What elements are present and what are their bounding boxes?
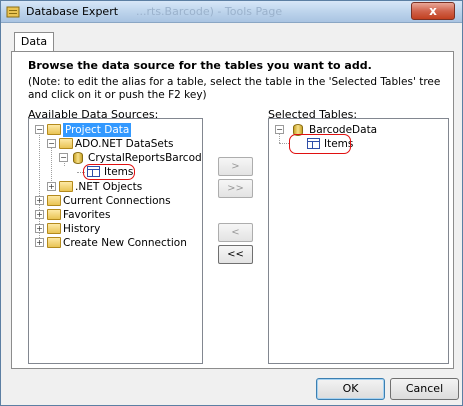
items-highlight-annotation [83,164,135,180]
close-icon: x [429,4,437,18]
collapse-icon[interactable]: − [47,139,56,148]
expand-icon[interactable]: + [35,210,44,219]
tree-node-create-new-connection[interactable]: + Create New Connection [31,236,201,250]
add-all-tables-button[interactable]: >> [218,179,253,198]
expand-icon[interactable]: + [35,196,44,205]
expand-icon[interactable]: + [47,182,56,191]
tree-node-project-data[interactable]: − Project Data [31,123,201,137]
app-icon [6,6,20,18]
folder-icon [47,195,61,206]
database-expert-dialog: Database Expert ...rts.Barcode) - Tools … [0,0,463,406]
background-window-title: ...rts.Barcode) - Tools Page [136,5,283,18]
tree-node-net-objects[interactable]: + .NET Objects [31,180,201,194]
close-button[interactable]: x [411,2,455,20]
folder-icon [47,209,61,220]
tree-node-favorites[interactable]: + Favorites [31,208,201,222]
tab-data[interactable]: Data [14,32,54,52]
tree-node-current-connections[interactable]: + Current Connections [31,194,201,208]
collapse-icon[interactable]: − [275,125,284,134]
tab-data-label: Data [20,35,48,48]
collapse-icon[interactable]: − [35,125,44,134]
tree-node-history[interactable]: + History [31,222,201,236]
selected-tables-tree[interactable]: − BarcodeData Items [268,118,449,364]
tree-node-ado-datasets[interactable]: − ADO.NET DataSets [31,137,201,151]
ok-button[interactable]: OK [316,378,385,400]
folder-icon [47,237,61,248]
collapse-icon[interactable]: − [59,153,68,162]
cancel-button[interactable]: Cancel [390,378,459,400]
database-icon [73,152,83,164]
title-bar: Database Expert ...rts.Barcode) - Tools … [1,1,462,23]
selected-items-highlight-annotation [289,134,351,154]
available-data-sources-tree[interactable]: − Project Data − ADO.NET DataSets − Crys… [28,118,203,364]
remove-table-button[interactable]: < [218,223,253,242]
window-title: Database Expert [26,5,119,18]
folder-icon [59,181,73,192]
folder-icon [47,223,61,234]
tree-node-crystal-barcode[interactable]: − CrystalReportsBarcode.Barc [31,151,201,165]
add-table-button[interactable]: > [218,157,253,176]
expand-icon[interactable]: + [35,238,44,247]
note-text: (Note: to edit the alias for a table, se… [28,76,441,101]
folder-icon [59,138,73,149]
instruction-text: Browse the data source for the tables yo… [28,59,372,72]
remove-all-tables-button[interactable]: << [218,245,253,264]
expand-icon[interactable]: + [35,224,44,233]
folder-icon [47,124,61,135]
